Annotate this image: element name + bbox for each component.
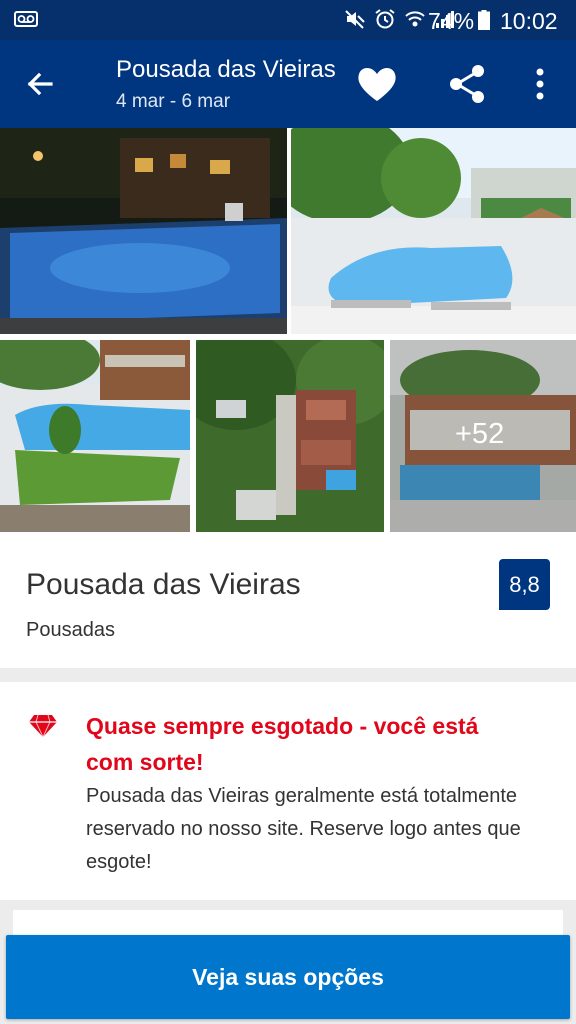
wifi-icon [405,11,425,27]
app-bar: Pousada das Vieiras 4 mar - 6 mar [0,40,576,128]
see-options-button[interactable]: Veja suas opções [6,935,570,1019]
more-photos-count[interactable]: +52 [455,418,504,451]
heart-icon[interactable] [356,64,398,104]
scarcity-description: Pousada das Vieiras geralmente está tota… [86,785,521,873]
photo-pool-night[interactable] [0,128,287,334]
scarcity-headline: Quase sempre esgotado - você está com so… [86,713,479,775]
status-bar: 74% 10:02 [0,0,576,40]
clock-time: 10:02 [500,8,558,34]
voicemail-icon [14,11,38,27]
photo-gallery [0,128,576,532]
review-score-badge[interactable]: 8,8 [499,559,550,610]
hotel-type: Pousadas [26,619,115,641]
battery-percent: 74% [428,8,475,34]
hotel-name: Pousada das Vieiras [26,568,301,601]
back-arrow-icon[interactable] [20,64,60,104]
stay-dates[interactable]: 4 mar - 6 mar [116,91,230,113]
hotel-info-card: Pousada das Vieiras Pousadas 8,8 [0,532,576,668]
battery-icon [478,10,490,30]
mute-icon [345,10,365,29]
page-title: Pousada das Vieiras [116,56,336,83]
share-icon[interactable] [446,63,488,105]
diamond-icon [29,714,57,738]
photo-aerial-view[interactable] [196,340,384,532]
alarm-icon [375,9,395,29]
more-vert-icon[interactable] [528,66,552,102]
scarcity-card: Quase sempre esgotado - você está com so… [0,682,576,900]
photo-pool-day[interactable] [291,128,576,334]
photo-pool-garden[interactable] [0,340,190,532]
